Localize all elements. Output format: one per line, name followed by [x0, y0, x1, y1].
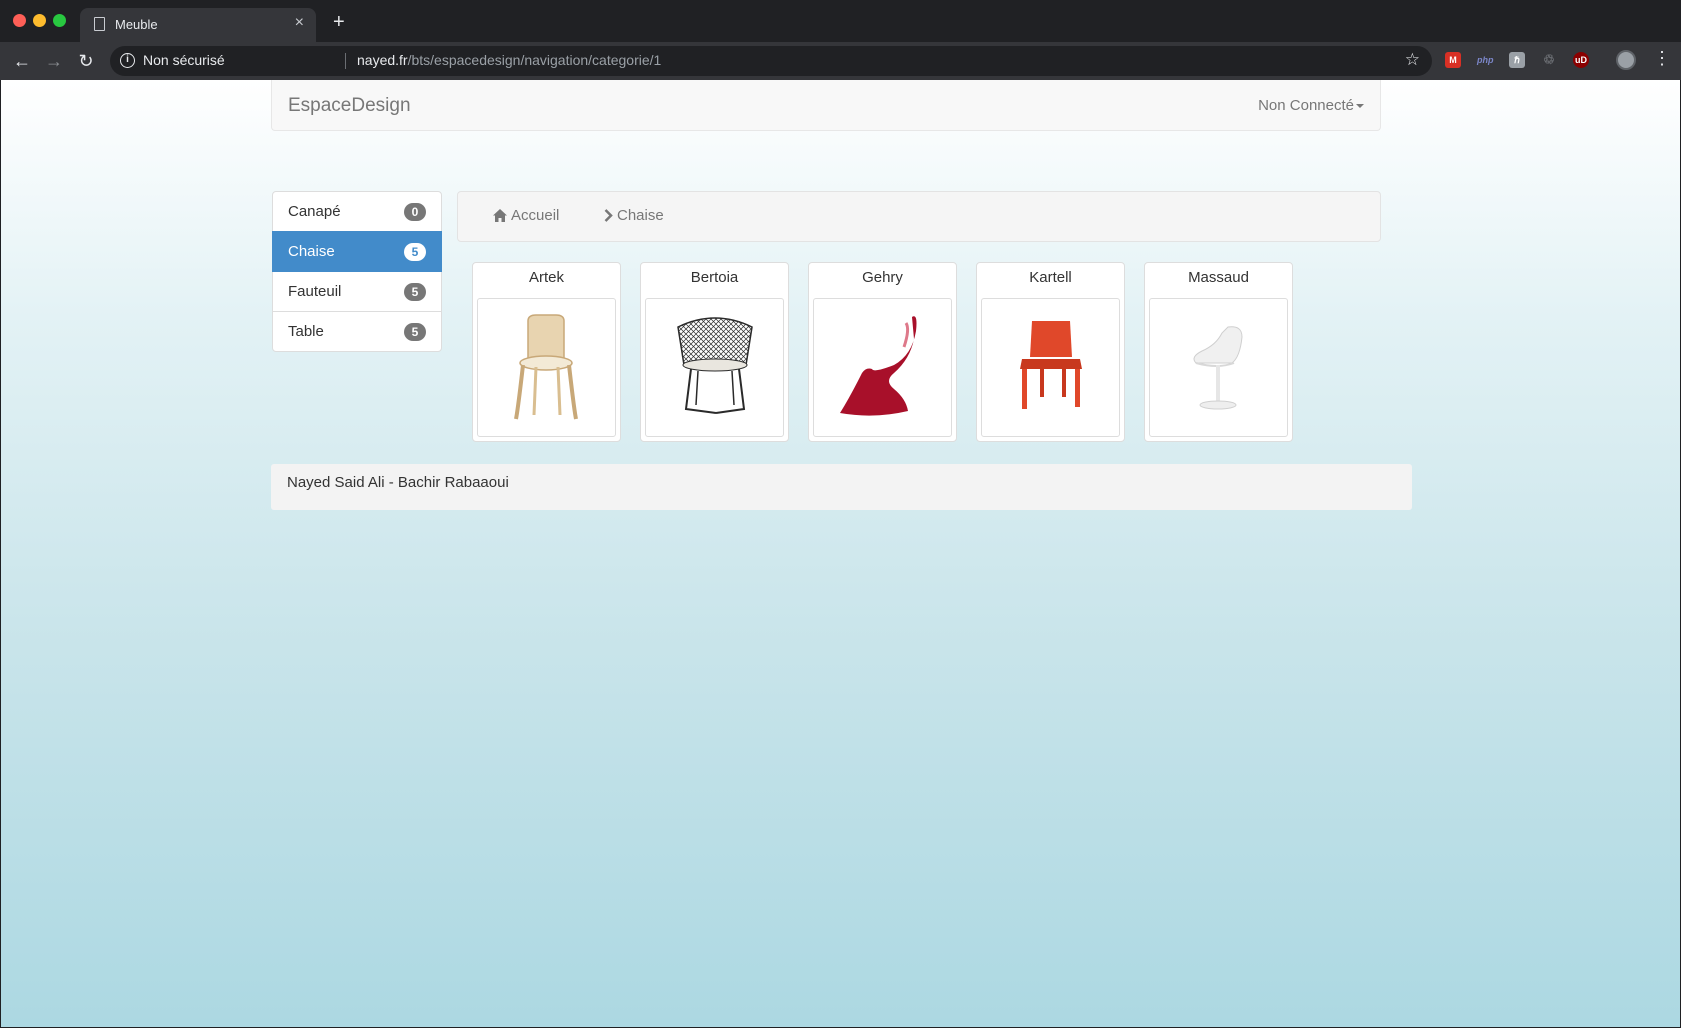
category-item-table[interactable]: Table 5: [272, 311, 442, 352]
user-menu-dropdown[interactable]: Non Connecté: [1258, 97, 1364, 114]
user-menu-label: Non Connecté: [1258, 97, 1354, 114]
browser-tab[interactable]: Meuble ×: [80, 8, 316, 42]
product-image-massaud: [1149, 298, 1288, 437]
url-text[interactable]: nayed.fr/bts/espacedesign/navigation/cat…: [357, 52, 661, 68]
product-name: Gehry: [862, 269, 903, 286]
url-host: nayed.fr: [357, 52, 408, 68]
ublock-extension-icon[interactable]: uD: [1573, 52, 1589, 68]
url-path: /bts/espacedesign/navigation/categorie/1: [407, 52, 662, 68]
recycle-extension-icon[interactable]: ♲: [1541, 52, 1557, 68]
breadcrumb-current-label: Chaise: [617, 207, 664, 224]
product-name: Bertoia: [690, 269, 739, 286]
profile-avatar[interactable]: [1616, 50, 1636, 70]
breadcrumb-home-link[interactable]: Accueil: [493, 207, 559, 224]
category-item-chaise[interactable]: Chaise 5: [272, 231, 442, 272]
browser-tab-bar: Meuble × +: [0, 0, 1681, 42]
product-image-kartell: [981, 298, 1120, 437]
category-label: Canapé: [288, 203, 341, 220]
breadcrumb-current[interactable]: Chaise: [604, 207, 664, 224]
maximize-window-button[interactable]: [53, 14, 66, 27]
reload-button[interactable]: ↻: [74, 49, 98, 73]
category-count-badge: 5: [404, 243, 426, 261]
category-count-badge: 5: [404, 283, 426, 301]
info-icon[interactable]: i: [120, 53, 135, 68]
home-icon: [493, 209, 507, 222]
product-name: Artek: [528, 269, 564, 286]
breadcrumb: Accueil Chaise: [457, 191, 1381, 242]
category-item-canape[interactable]: Canapé 0: [272, 191, 442, 232]
site-navbar: EspaceDesign Non Connecté: [271, 80, 1381, 131]
address-separator: [345, 53, 346, 69]
chair-image-bertoia: [677, 317, 753, 414]
minimize-window-button[interactable]: [33, 14, 46, 27]
chair-image-gehry: [840, 316, 917, 416]
product-card-bertoia[interactable]: Bertoia: [640, 262, 789, 442]
chair-image-kartell: [1020, 321, 1082, 409]
category-list: Canapé 0 Chaise 5 Fauteuil 5 Table 5: [272, 191, 442, 352]
breadcrumb-home-label: Accueil: [511, 207, 560, 224]
chair-image-massaud: [1193, 326, 1243, 410]
site-brand[interactable]: EspaceDesign: [288, 95, 411, 117]
h-extension-icon[interactable]: ℏ: [1509, 52, 1525, 68]
page-footer: Nayed Said Ali - Bachir Rabaaoui: [271, 464, 1412, 510]
category-label: Chaise: [288, 243, 335, 260]
new-tab-button[interactable]: +: [333, 11, 345, 34]
category-count-badge: 0: [404, 203, 426, 221]
forward-button[interactable]: →: [42, 49, 66, 73]
browser-toolbar: ← → ↻ i Non sécurisé nayed.fr/bts/espace…: [0, 42, 1681, 80]
chevron-right-icon: [604, 209, 613, 222]
category-label: Fauteuil: [288, 283, 342, 300]
page-icon: [94, 17, 105, 31]
tab-title: Meuble: [115, 17, 158, 32]
product-image-artek: [477, 298, 616, 437]
back-button[interactable]: ←: [10, 49, 34, 73]
product-card-massaud[interactable]: Massaud: [1144, 262, 1293, 442]
chair-image-artek: [514, 314, 578, 420]
php-extension-icon[interactable]: php: [1477, 52, 1494, 68]
product-name: Massaud: [1188, 269, 1249, 286]
product-image-gehry: [813, 298, 952, 437]
page-viewport: EspaceDesign Non Connecté Canapé 0 Chais…: [1, 80, 1680, 1027]
product-card-kartell[interactable]: Kartell: [976, 262, 1125, 442]
product-name: Kartell: [1029, 269, 1072, 286]
category-item-fauteuil[interactable]: Fauteuil 5: [272, 271, 442, 312]
browser-menu-icon[interactable]: ⋮: [1653, 48, 1671, 69]
category-count-badge: 5: [404, 323, 426, 341]
gmail-extension-icon[interactable]: M: [1445, 52, 1461, 68]
product-image-bertoia: [645, 298, 784, 437]
security-label: Non sécurisé: [143, 52, 225, 68]
caret-down-icon: [1356, 104, 1364, 109]
product-card-artek[interactable]: Artek: [472, 262, 621, 442]
bookmark-star-icon[interactable]: ☆: [1405, 50, 1420, 70]
close-window-button[interactable]: [13, 14, 26, 27]
close-tab-icon[interactable]: ×: [295, 14, 304, 32]
product-card-gehry[interactable]: Gehry: [808, 262, 957, 442]
address-bar[interactable]: i Non sécurisé nayed.fr/bts/espacedesign…: [110, 46, 1432, 76]
footer-credits: Nayed Said Ali - Bachir Rabaaoui: [287, 474, 509, 491]
category-label: Table: [288, 323, 324, 340]
